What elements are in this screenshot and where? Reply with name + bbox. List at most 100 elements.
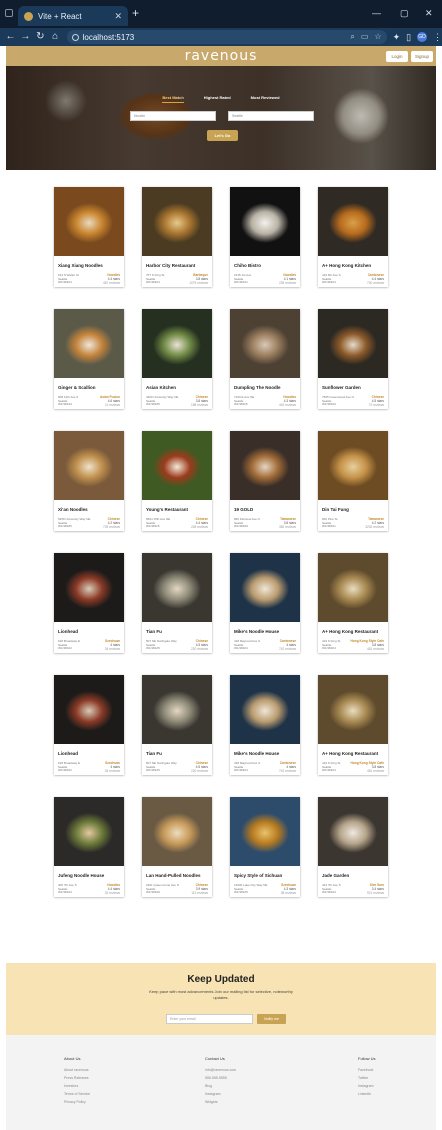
extensions-icon[interactable]: ✦ [393, 32, 401, 42]
url-field[interactable]: localhost:5173 ⌕ ▭ ☆ [66, 30, 387, 44]
cast-icon[interactable]: ▭ [361, 33, 369, 41]
minimize-icon[interactable]: — [372, 9, 381, 18]
location-input[interactable]: Seattle [228, 111, 314, 121]
business-card[interactable]: Jade Garden 424 7th Ave S Seattle WA 98104 D… [318, 797, 388, 897]
footer-link[interactable]: Facebook [358, 1066, 438, 1074]
lets-go-button[interactable]: Let's Go [207, 130, 238, 141]
business-review-count: 32 reviews [104, 890, 120, 895]
business-state: WA 98125 [146, 768, 160, 773]
business-meta: Hong Kong Style Cafe 3.8 stars 481 reviews [351, 639, 384, 651]
newsletter-section: Keep Updated Keep pace with most advance… [6, 963, 436, 1035]
business-card[interactable]: Lan Hand-Pulled Noodles 2201 Queen Anne A… [142, 797, 212, 897]
footer-link[interactable]: Twitter [358, 1074, 438, 1082]
site-header: ravenous Login Signup [6, 46, 436, 66]
footer-link[interactable]: Terms of Service [64, 1090, 144, 1098]
business-review-count: 220 reviews [190, 646, 208, 651]
footer-column-contact: Contact Us info@ravenous.com 555-555-555… [205, 1056, 285, 1106]
business-card[interactable]: Mike's Noodle House 418 Maynard Ave S Seat… [230, 553, 300, 653]
business-card[interactable]: Xi'an Noodles 5259 University Way NE Seatt… [54, 431, 124, 531]
sidebar-icon[interactable]: ▯ [406, 32, 411, 42]
business-name: Young's Restaurant [146, 507, 188, 512]
footer-link[interactable]: Instagram [205, 1090, 285, 1098]
business-meta: Hong Kong Style Cafe 3.8 stars 481 reviews [351, 761, 384, 773]
tab-close-icon[interactable]: ✕ [114, 11, 122, 21]
business-card[interactable]: Young's Restaurant 6604 15th Ave NE Seattl… [142, 431, 212, 531]
login-button[interactable]: Login [386, 51, 408, 62]
business-card[interactable]: Din Tai Fung 600 Pine St Seattle WA 98101 Ta… [318, 431, 388, 531]
business-photo [318, 187, 388, 256]
home-icon[interactable]: ⌂ [48, 32, 63, 42]
business-card[interactable]: Lionhead 618 Broadway E Seattle WA 98102 Sze… [54, 675, 124, 775]
search-lens-icon[interactable]: ⌕ [350, 33, 354, 41]
business-card[interactable]: Lionhead 618 Broadway E Seattle WA 98102 Sze… [54, 553, 124, 653]
footer-heading: Contact Us [205, 1056, 225, 1061]
footer-link[interactable]: info@ravenous.com [205, 1066, 285, 1074]
business-state: WA 98104 [58, 280, 72, 285]
sort-tab-highest-rated[interactable]: Highest Rated [204, 95, 231, 103]
business-address: 418 Maynard Ave S Seattle WA 98104 [234, 761, 268, 773]
sort-tab-best-match[interactable]: Best Match [162, 95, 184, 103]
business-card[interactable]: Asian Kitchen 4400 University Way NE Seatt… [142, 309, 212, 409]
business-card[interactable]: Jufeng Noodle House 405 7th Ave S Seattle W… [54, 797, 124, 897]
footer-link[interactable]: About ravenous [64, 1066, 144, 1074]
business-card[interactable]: Chiho Bistro 2135 1st Ave Seattle WA 98121 N… [230, 187, 300, 287]
notify-me-button[interactable]: Notify me [257, 1014, 286, 1024]
search-term-input[interactable]: Noodle [130, 111, 216, 121]
business-name: Asian Kitchen [146, 385, 177, 390]
site-info-icon[interactable] [71, 33, 79, 41]
business-state: WA 98102 [58, 646, 72, 651]
new-tab-icon[interactable]: + [132, 7, 139, 19]
business-card[interactable]: Mike's Noodle House 418 Maynard Ave S Seat… [230, 675, 300, 775]
business-review-count: 38 reviews [280, 890, 296, 895]
footer-link[interactable]: LinkedIn [358, 1090, 438, 1098]
footer-link[interactable]: Investors [64, 1082, 144, 1090]
footer-link[interactable]: 555-555-5555 [205, 1074, 285, 1082]
footer-link[interactable]: Widgets [205, 1098, 285, 1106]
business-card[interactable]: Xiang Xiang Noodles 613 S Weller St Seattl… [54, 187, 124, 287]
browser-tab-strip: Vite + React ✕ + — ▢ ✕ [0, 0, 442, 28]
business-card[interactable]: Tian Fu 507 NE Northgate Way Seattle WA 981… [142, 553, 212, 653]
sort-tab-most-reviewed[interactable]: Most Reviewed [251, 95, 280, 103]
business-review-count: 220 reviews [190, 768, 208, 773]
profile-avatar[interactable]: GD [417, 32, 428, 42]
business-review-count: 742 reviews [278, 646, 296, 651]
business-name: Lan Hand-Pulled Noodles [146, 873, 201, 878]
business-card[interactable]: A+ Hong Kong Restaurant 419 S King St Seat… [318, 675, 388, 775]
signup-button[interactable]: Signup [411, 51, 433, 62]
tab-search-icon[interactable] [5, 9, 13, 17]
business-list: Xiang Xiang Noodles 613 S Weller St Seattl… [54, 187, 389, 897]
browser-tab[interactable]: Vite + React ✕ [18, 6, 128, 26]
url-text[interactable]: localhost:5173 [83, 33, 347, 42]
business-meta: Taiwanese 3.8 stars 382 reviews [279, 517, 296, 529]
business-card[interactable]: Tian Fu 507 NE Northgate Way Seattle WA 981… [142, 675, 212, 775]
business-card[interactable]: A+ Hong Kong Restaurant 419 S King St Seat… [318, 553, 388, 653]
maximize-icon[interactable]: ▢ [400, 9, 409, 18]
footer-link[interactable]: Press Releases [64, 1074, 144, 1082]
business-review-count: 34 reviews [104, 768, 120, 773]
business-photo [54, 431, 124, 500]
business-card[interactable]: Ginger & Scallion 608 12th Ave S Seattle WA… [54, 309, 124, 409]
footer-link[interactable]: Privacy Policy [64, 1098, 144, 1106]
bookmark-star-icon[interactable]: ☆ [374, 33, 381, 41]
footer-link[interactable]: Instagram [358, 1082, 438, 1090]
business-meta: Cantonese 4 stars 742 reviews [279, 761, 296, 773]
back-arrow-icon[interactable]: ← [3, 32, 18, 42]
business-card[interactable]: Dumpling The Noodle 7100 E Ave NE Seattle W… [230, 309, 300, 409]
business-card[interactable]: Sunflower Garden 7505 Greenwood Ave N Seat… [318, 309, 388, 409]
business-card[interactable]: A+ Hong Kong Kitchen 419 6th Ave S Seattle… [318, 187, 388, 287]
close-window-icon[interactable]: ✕ [425, 9, 433, 18]
email-input[interactable]: Enter your email [166, 1014, 253, 1024]
business-state: WA 98115 [234, 402, 248, 407]
address-bar: ← → ↻ ⌂ localhost:5173 ⌕ ▭ ☆ ✦ ▯ GD ⋮ [0, 28, 442, 46]
site-footer: About Us About ravenous Press Releases I… [6, 1035, 436, 1130]
business-card[interactable]: 19 GOLD 960 Fairview Ave N Seattle WA 98109… [230, 431, 300, 531]
business-address: 424 7th Ave S Seattle WA 98104 [322, 883, 356, 895]
business-card[interactable]: Harbor City Restaurant 707 S King St Seatt… [142, 187, 212, 287]
business-card[interactable]: Spicy Style of Sichuan 13000 Lake City Wa… [230, 797, 300, 897]
forward-arrow-icon[interactable]: → [18, 32, 33, 42]
business-name: Xi'an Noodles [58, 507, 88, 512]
business-name: Lionhead [58, 629, 78, 634]
footer-link[interactable]: Blog [205, 1082, 285, 1090]
reload-icon[interactable]: ↻ [33, 32, 48, 42]
menu-icon[interactable]: ⋮ [433, 32, 442, 42]
